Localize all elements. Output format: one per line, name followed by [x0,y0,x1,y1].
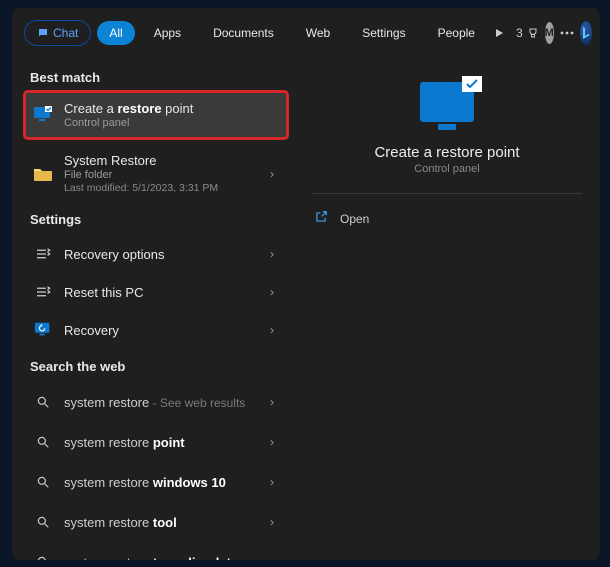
ellipsis-icon [560,31,574,35]
search-icon [32,431,54,453]
tab-all[interactable]: All [97,21,134,45]
web-suggestion-label: system restore windows 10 [64,475,260,490]
web-suggestion[interactable]: system restore point › [26,422,286,462]
more-button[interactable] [560,22,574,44]
monitor-icon [32,104,54,126]
rewards-count-number: 3 [516,26,523,40]
web-suggestion-label: system restore point [64,435,260,450]
user-avatar[interactable]: M [545,22,554,44]
settings-item-recovery[interactable]: Recovery › [26,311,286,349]
action-open-label: Open [340,212,369,226]
web-suggestion[interactable]: system restore - See web results › [26,382,286,422]
recovery-icon [32,319,54,341]
search-icon [32,391,54,413]
section-search-web: Search the web [30,359,286,374]
rewards-count[interactable]: 3 [516,26,539,40]
result-create-restore-point[interactable]: Create a restore point Control panel [26,93,286,137]
top-tabbar: Chat All Apps Documents Web Settings Peo… [12,8,600,56]
trophy-icon [527,27,539,39]
open-icon [314,210,328,227]
section-settings: Settings [30,212,286,227]
divider [312,193,582,194]
tab-apps[interactable]: Apps [141,20,194,46]
tab-settings[interactable]: Settings [349,20,418,46]
tab-chat[interactable]: Chat [24,20,91,46]
result-label: System Restore [64,153,260,168]
settings-item-label: Recovery [64,323,260,338]
result-sub: File folder [64,169,260,181]
chevron-right-icon: › [270,515,276,529]
result-label: Create a restore point [64,101,276,116]
web-suggestion-label: system restore to earlier date [64,555,260,561]
settings-icon [32,281,54,303]
chevron-right-icon: › [270,247,276,261]
search-icon [32,511,54,533]
search-icon [32,471,54,493]
chevron-right-icon: › [270,555,276,560]
bing-icon [580,26,592,40]
search-window: Chat All Apps Documents Web Settings Peo… [12,8,600,560]
web-suggestion-label: system restore tool [64,515,260,530]
settings-item-label: Recovery options [64,247,260,262]
tab-web[interactable]: Web [293,20,343,46]
preview-title: Create a restore point [374,144,519,161]
preview-panel: Create a restore point Control panel Ope… [294,56,600,560]
tab-all-label: All [109,26,122,40]
folder-icon [32,163,54,185]
settings-icon [32,243,54,265]
result-system-restore-folder[interactable]: System Restore File folder Last modified… [26,145,286,202]
web-suggestion[interactable]: system restore tool › [26,502,286,542]
web-suggestion[interactable]: system restore windows 10 › [26,462,286,502]
chevron-right-icon: › [270,285,276,299]
tab-documents-label: Documents [213,26,274,40]
chevron-right-icon: › [270,475,276,489]
settings-item-recovery-options[interactable]: Recovery options › [26,235,286,273]
tab-people[interactable]: People [425,20,488,46]
chevron-right-icon: › [270,323,276,337]
web-suggestion-label: system restore - See web results [64,395,260,410]
web-suggestion[interactable]: system restore to earlier date › [26,542,286,560]
search-icon [32,551,54,560]
play-icon [494,28,504,38]
tab-web-label: Web [306,26,330,40]
result-meta: Last modified: 5/1/2023, 3:31 PM [64,182,260,194]
chevron-right-icon: › [270,435,276,449]
avatar-letter: M [545,27,554,39]
tab-documents[interactable]: Documents [200,20,287,46]
action-open[interactable]: Open [312,204,582,233]
bing-button[interactable] [580,21,592,45]
chevron-right-icon: › [270,167,276,181]
tab-people-label: People [438,26,475,40]
settings-item-reset-pc[interactable]: Reset this PC › [26,273,286,311]
tab-apps-label: Apps [154,26,181,40]
tab-chat-label: Chat [53,26,78,40]
chat-icon [37,27,49,39]
results-panel: Best match Create a restore point Contro… [12,56,294,560]
tab-overflow-button[interactable] [494,22,504,44]
monitor-check-icon [420,82,474,122]
section-best-match: Best match [30,70,286,85]
settings-item-label: Reset this PC [64,285,260,300]
chevron-right-icon: › [270,395,276,409]
tab-settings-label: Settings [362,26,405,40]
preview-sub: Control panel [414,163,479,175]
result-sub: Control panel [64,117,276,129]
